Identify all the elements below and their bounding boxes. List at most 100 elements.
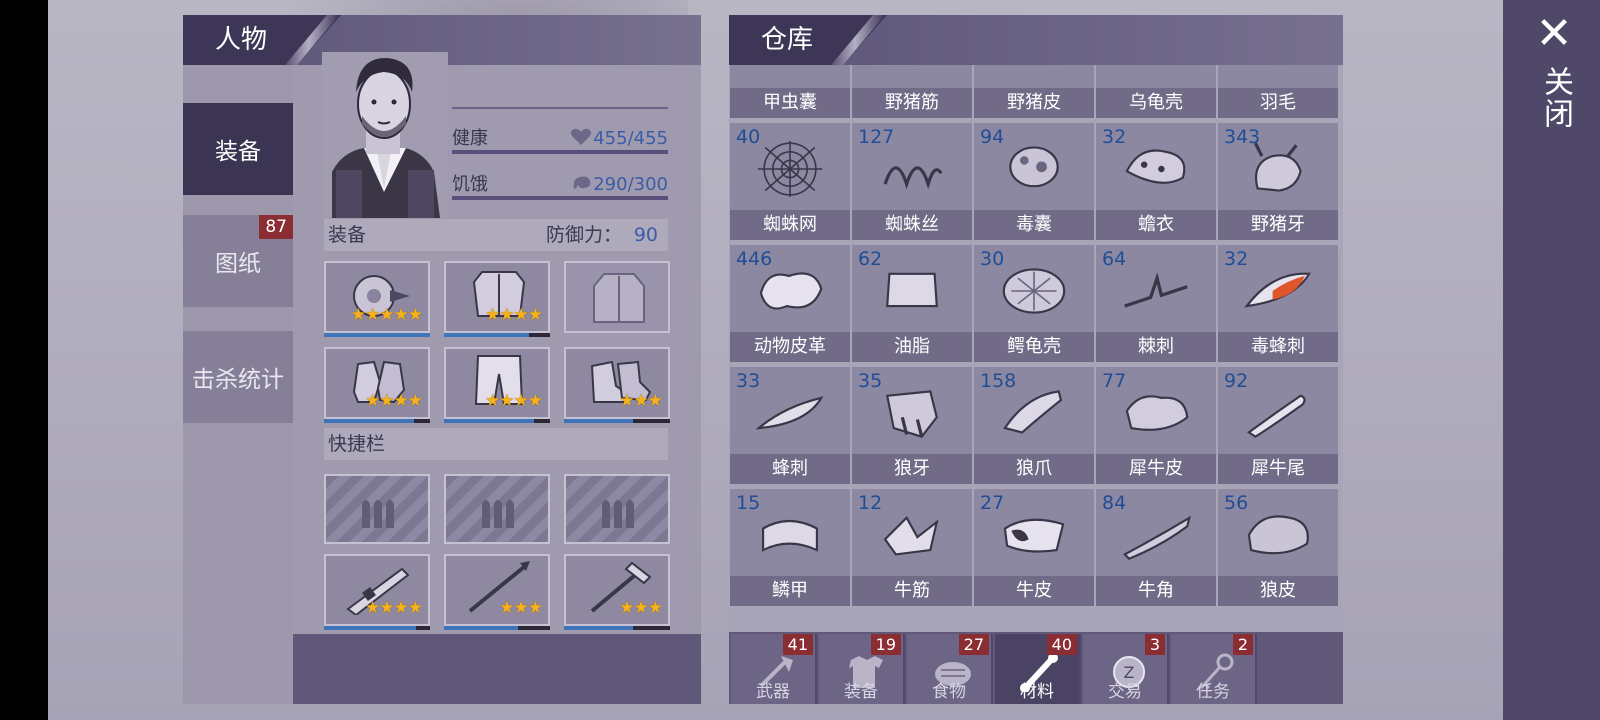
- material-icon: [1002, 268, 1066, 314]
- material-icon: [759, 272, 823, 310]
- tab-label: 交易: [1108, 682, 1142, 702]
- warehouse-item[interactable]: 羽毛: [1218, 65, 1338, 118]
- tab-blueprints[interactable]: 图纸 87: [183, 215, 293, 307]
- armor-stars: ★★★★: [485, 305, 543, 325]
- warehouse-item-grid[interactable]: 甲虫囊 野猪筋 野猪皮 乌龟壳 羽毛 40 蜘蛛网 127 蜘蛛丝 94 毒囊 32 蟾衣 343 野猪牙 4…: [729, 65, 1343, 633]
- tab-coin[interactable]: Z 3 交易: [1083, 634, 1169, 704]
- quickbar-section-bar: 快捷栏: [324, 428, 668, 460]
- tab-bone[interactable]: 40 材料: [995, 634, 1081, 704]
- tab-meat[interactable]: 27 食物: [907, 634, 993, 704]
- warehouse-item[interactable]: 92 犀牛尾: [1218, 367, 1338, 484]
- warehouse-item[interactable]: 64 棘刺: [1096, 245, 1216, 362]
- warehouse-item[interactable]: 15 鳞甲: [730, 489, 850, 606]
- item-name: 狼皮: [1218, 576, 1338, 606]
- shotgun-stars: ★★★★: [365, 598, 423, 618]
- pants-durability-fill: [444, 419, 535, 423]
- tab-shirt[interactable]: 19 装备: [819, 634, 905, 704]
- warehouse-item[interactable]: 77 犀牛皮: [1096, 367, 1216, 484]
- tab-badge: 19: [870, 634, 901, 655]
- equip-slot-boots[interactable]: ★★★: [564, 347, 670, 423]
- warehouse-item[interactable]: 94 毒囊: [974, 123, 1094, 240]
- item-name: 野猪牙: [1218, 210, 1338, 240]
- warehouse-item[interactable]: 乌龟壳: [1096, 65, 1216, 118]
- material-icon: [757, 141, 823, 197]
- health-value: 455/455: [593, 128, 668, 149]
- warehouse-item[interactable]: 127 蜘蛛丝: [852, 123, 972, 240]
- armor-durability: [444, 333, 550, 337]
- warehouse-item[interactable]: 野猪筋: [852, 65, 972, 118]
- warehouse-item[interactable]: 446 动物皮革: [730, 245, 850, 362]
- item-name: 蜂刺: [730, 454, 850, 484]
- defense-value: 90: [633, 224, 658, 246]
- quick-slot-6[interactable]: ★★★: [564, 554, 670, 630]
- quick-slot-4[interactable]: ★★★★: [324, 554, 430, 630]
- item-name: 棘刺: [1096, 332, 1216, 362]
- warehouse-item[interactable]: 158 狼爪: [974, 367, 1094, 484]
- bullet-icon: [602, 500, 634, 528]
- warehouse-item[interactable]: 84 牛角: [1096, 489, 1216, 606]
- warehouse-item[interactable]: 40 蜘蛛网: [730, 123, 850, 240]
- jacket-icon: [593, 273, 645, 323]
- material-icon: [762, 519, 818, 552]
- item-name: 野猪皮: [974, 88, 1094, 118]
- gloves-durability: [324, 419, 430, 423]
- material-icon: [755, 396, 824, 430]
- tab-key[interactable]: 2 任务: [1171, 634, 1257, 704]
- gloves-durability-fill: [324, 419, 415, 423]
- equip-slot-helmet[interactable]: ★★★★★: [324, 261, 430, 337]
- warehouse-item[interactable]: 33 蜂刺: [730, 367, 850, 484]
- spear-durability: [444, 626, 550, 630]
- warehouse-item[interactable]: 56 狼皮: [1218, 489, 1338, 606]
- shotgun-durability-fill: [324, 626, 417, 630]
- item-name: 动物皮革: [730, 332, 850, 362]
- warehouse-item[interactable]: 30 鳄龟壳: [974, 245, 1094, 362]
- stats-divider: [452, 107, 668, 109]
- material-icon: [1240, 65, 1316, 75]
- item-name: 野猪筋: [852, 88, 972, 118]
- item-name: 犀牛尾: [1218, 454, 1338, 484]
- close-label[interactable]: 关闭: [1536, 66, 1573, 130]
- equip-slot-pants[interactable]: ★★★★: [444, 347, 550, 423]
- tab-equipment[interactable]: 装备: [183, 103, 293, 195]
- warehouse-item[interactable]: 32 毒蜂刺: [1218, 245, 1338, 362]
- crossbow-stars: ★★★: [619, 598, 663, 618]
- item-name: 蜘蛛丝: [852, 210, 972, 240]
- warehouse-item[interactable]: 甲虫囊: [730, 65, 850, 118]
- warehouse-item[interactable]: 27 牛皮: [974, 489, 1094, 606]
- item-name: 甲虫囊: [730, 88, 850, 118]
- warehouse-item[interactable]: 野猪皮: [974, 65, 1094, 118]
- warehouse-item[interactable]: 35 狼牙: [852, 367, 972, 484]
- item-name: 蟾衣: [1096, 210, 1216, 240]
- close-icon[interactable]: ✕: [1534, 12, 1574, 56]
- warehouse-item[interactable]: 343 野猪牙: [1218, 123, 1338, 240]
- hunger-value: 290/300: [593, 174, 668, 195]
- warehouse-item[interactable]: 12 牛筋: [852, 489, 972, 606]
- equip-slot-armor[interactable]: ★★★★: [444, 261, 550, 337]
- spear-durability-fill: [444, 626, 519, 630]
- item-name: 犀牛皮: [1096, 454, 1216, 484]
- character-portrait: [322, 52, 448, 218]
- spear-stars: ★★★: [499, 598, 543, 618]
- material-icon: [874, 65, 950, 75]
- tab-label: 材料: [1020, 682, 1054, 702]
- pants-stars: ★★★★: [485, 391, 543, 411]
- tab-axe[interactable]: 41 武器: [731, 634, 817, 704]
- equip-slot-gloves[interactable]: ★★★★: [324, 347, 430, 423]
- quick-slot-3[interactable]: [564, 474, 670, 544]
- material-icon: [1244, 272, 1312, 308]
- item-name: 蜘蛛网: [730, 210, 850, 240]
- quick-slot-1[interactable]: [324, 474, 430, 544]
- material-icon: [1125, 149, 1186, 184]
- material-icon: [1009, 146, 1059, 188]
- defense-label: 防御力：: [545, 224, 622, 246]
- tab-kill-stats-label: 击杀统计: [192, 367, 284, 393]
- quick-slot-2[interactable]: [444, 474, 550, 544]
- material-icon: [1118, 65, 1194, 75]
- quick-slot-5[interactable]: ★★★: [444, 554, 550, 630]
- warehouse-item[interactable]: 32 蟾衣: [1096, 123, 1216, 240]
- tab-kill-stats[interactable]: 击杀统计: [183, 331, 293, 423]
- warehouse-item[interactable]: 62 油脂: [852, 245, 972, 362]
- item-name: 狼牙: [852, 454, 972, 484]
- crossbow-durability-fill: [564, 626, 633, 630]
- equip-slot-jacket[interactable]: [564, 261, 670, 333]
